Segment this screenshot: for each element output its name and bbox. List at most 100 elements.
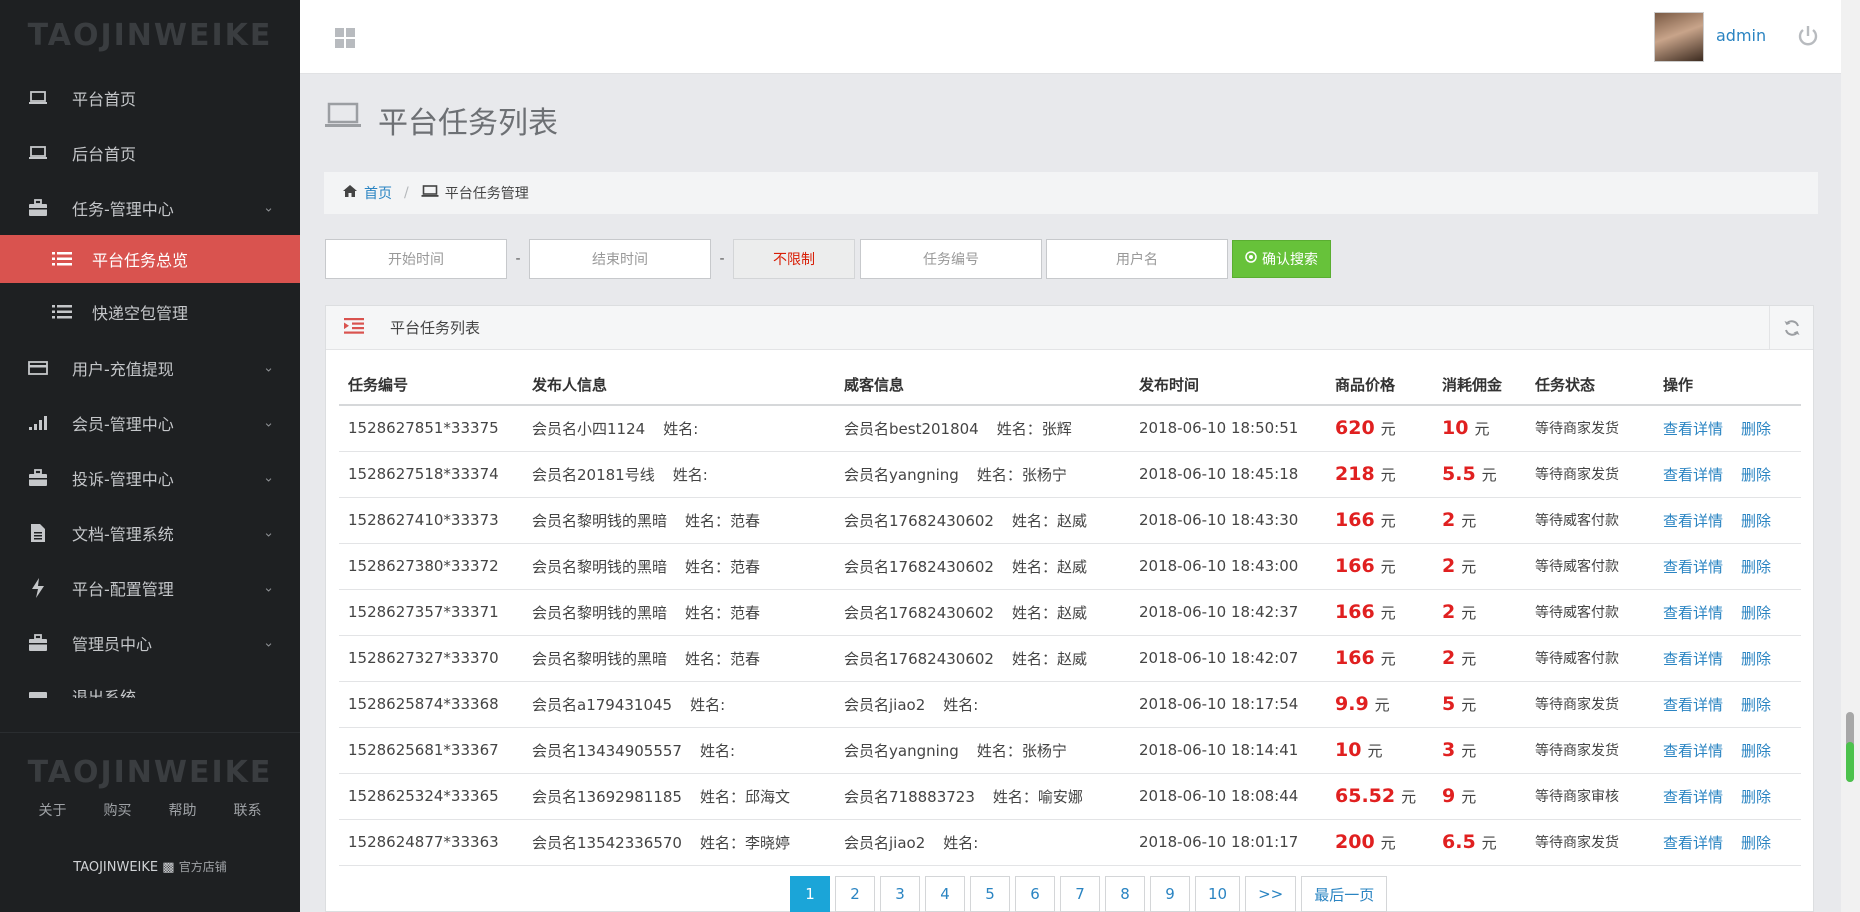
publisher-username: 会员名小四1124 (532, 419, 646, 438)
search-button[interactable]: 确认搜索 (1232, 240, 1331, 278)
breadcrumb-home[interactable]: 首页 (364, 183, 392, 203)
price-value: 166 (1335, 555, 1375, 577)
worker-username: 会员名jiao2 (844, 833, 926, 852)
official-shop-link[interactable]: TAOJINWEIKE ▩ 官方店铺 (0, 858, 300, 875)
page-button[interactable]: 10 (1195, 876, 1241, 912)
delete-link[interactable]: 删除 (1741, 512, 1771, 530)
view-detail-link[interactable]: 查看详情 (1663, 604, 1723, 622)
view-detail-link[interactable]: 查看详情 (1663, 420, 1723, 438)
publisher-realname: 姓名：李晓婷 (699, 833, 790, 852)
footer-link-help[interactable]: 帮助 (169, 800, 197, 820)
scrollbar-indicator (1846, 742, 1854, 782)
delete-link[interactable]: 删除 (1741, 696, 1771, 714)
user-name[interactable]: admin (1716, 26, 1766, 45)
worker-info: 会员名best201804 姓名：张辉 (835, 405, 1130, 452)
sidebar-item-complaint-center[interactable]: 投诉-管理中心 ⌄ (0, 450, 300, 505)
view-detail-link[interactable]: 查看详情 (1663, 696, 1723, 714)
sidebar-item-label: 文档-管理系统 (72, 524, 174, 544)
power-icon[interactable] (1796, 24, 1822, 50)
page-button[interactable]: 6 (1015, 876, 1055, 912)
delete-link[interactable]: 删除 (1741, 420, 1771, 438)
task-status: 等待威客付款 (1526, 589, 1654, 636)
view-detail-link[interactable]: 查看详情 (1663, 742, 1723, 760)
page-button[interactable]: 3 (880, 876, 920, 912)
start-time-input[interactable]: 开始时间 (325, 239, 507, 279)
publisher-realname: 姓名：邱海文 (699, 787, 790, 806)
delete-link[interactable]: 删除 (1741, 558, 1771, 576)
view-detail-link[interactable]: 查看详情 (1663, 558, 1723, 576)
sidebar-subitem-task-overview[interactable]: 平台任务总览 (0, 235, 300, 283)
chevron-down-icon: ⌄ (263, 635, 274, 650)
page-button[interactable]: 1 (790, 876, 830, 912)
worker-info: 会员名jiao2 姓名: (835, 819, 1130, 866)
worker-realname: 姓名：张辉 (996, 419, 1072, 438)
column-header[interactable]: 威客信息 (835, 374, 1130, 406)
publisher-info: 会员名黎明钱的黑暗 姓名：范春 (523, 497, 835, 544)
view-detail-link[interactable]: 查看详情 (1663, 512, 1723, 530)
page-button[interactable]: 2 (835, 876, 875, 912)
sidebar-item-label: 平台-配置管理 (72, 579, 174, 599)
view-detail-link[interactable]: 查看详情 (1663, 788, 1723, 806)
page-button[interactable]: 4 (925, 876, 965, 912)
column-header[interactable]: 发布人信息 (523, 374, 835, 406)
grid-menu-icon[interactable] (335, 28, 355, 48)
topbar: admin (300, 0, 1841, 74)
delete-link[interactable]: 删除 (1741, 834, 1771, 852)
view-detail-link[interactable]: 查看详情 (1663, 834, 1723, 852)
commission-value: 2 (1442, 601, 1456, 623)
column-header[interactable]: 任务编号 (339, 374, 523, 406)
page-button[interactable]: 8 (1105, 876, 1145, 912)
view-detail-link[interactable]: 查看详情 (1663, 650, 1723, 668)
sidebar-item-platform-config[interactable]: 平台-配置管理 ⌄ (0, 560, 300, 615)
limit-select[interactable]: 不限制 (733, 239, 855, 279)
delete-link[interactable]: 删除 (1741, 788, 1771, 806)
task-no-input[interactable]: 任务编号 (860, 239, 1042, 279)
page-button[interactable]: >> (1245, 876, 1297, 912)
sidebar-subitem-express-package[interactable]: 快递空包管理 (0, 283, 300, 340)
table-row: 1528624877*33363 会员名13542336570 姓名：李晓婷 会员名j… (339, 819, 1801, 866)
refresh-icon[interactable] (1769, 306, 1813, 349)
sidebar-item-recharge[interactable]: 用户-充值提现 ⌄ (0, 340, 300, 395)
briefcase-icon (28, 633, 48, 653)
view-detail-link[interactable]: 查看详情 (1663, 466, 1723, 484)
task-status: 等待商家发货 (1526, 819, 1654, 866)
row-actions: 查看详情 删除 (1654, 727, 1801, 774)
worker-realname: 姓名：赵威 (1011, 557, 1087, 576)
footer-link-contact[interactable]: 联系 (234, 800, 262, 820)
sidebar-item-document-system[interactable]: 文档-管理系统 ⌄ (0, 505, 300, 560)
publisher-username: 会员名13692981185 (532, 787, 682, 806)
publisher-info: 会员名a179431045 姓名: (523, 681, 835, 728)
task-id: 1528627380*33372 (339, 543, 523, 590)
page-button[interactable]: 5 (970, 876, 1010, 912)
column-header[interactable]: 任务状态 (1526, 374, 1654, 406)
page-button[interactable]: 9 (1150, 876, 1190, 912)
delete-link[interactable]: 删除 (1741, 650, 1771, 668)
end-time-input[interactable]: 结束时间 (529, 239, 711, 279)
delete-link[interactable]: 删除 (1741, 466, 1771, 484)
sidebar-item-admin-home[interactable]: 后台首页 (0, 125, 300, 180)
page-scrollbar[interactable] (1841, 0, 1860, 912)
column-header[interactable]: 商品价格 (1326, 374, 1433, 406)
page-button[interactable]: 最后一页 (1301, 876, 1388, 912)
column-header[interactable]: 操作 (1654, 374, 1801, 406)
username-input[interactable]: 用户名 (1046, 239, 1228, 279)
footer-link-about[interactable]: 关于 (39, 800, 67, 820)
sidebar-item-task-center[interactable]: 任务-管理中心 ⌄ (0, 180, 300, 235)
list-icon (52, 304, 74, 320)
column-header[interactable]: 消耗佣金 (1433, 374, 1526, 406)
row-actions: 查看详情 删除 (1654, 819, 1801, 866)
footer-link-buy[interactable]: 购买 (104, 800, 132, 820)
sidebar-item-platform-home[interactable]: 平台首页 (0, 70, 300, 125)
delete-link[interactable]: 删除 (1741, 742, 1771, 760)
avatar[interactable] (1654, 12, 1704, 62)
page-button[interactable]: 7 (1060, 876, 1100, 912)
column-header[interactable]: 发布时间 (1130, 374, 1326, 406)
delete-link[interactable]: 删除 (1741, 604, 1771, 622)
worker-info: 会员名718883723 姓名：喻安娜 (835, 773, 1130, 820)
commission-value: 3 (1442, 739, 1456, 761)
sidebar-item-logout[interactable]: 退出系统 (0, 670, 300, 698)
sidebar-item-admin-center[interactable]: 管理员中心 ⌄ (0, 615, 300, 670)
sidebar-item-member-center[interactable]: 会员-管理中心 ⌄ (0, 395, 300, 450)
publisher-info: 会员名20181号线 姓名: (523, 451, 835, 498)
price-value: 200 (1335, 831, 1375, 853)
